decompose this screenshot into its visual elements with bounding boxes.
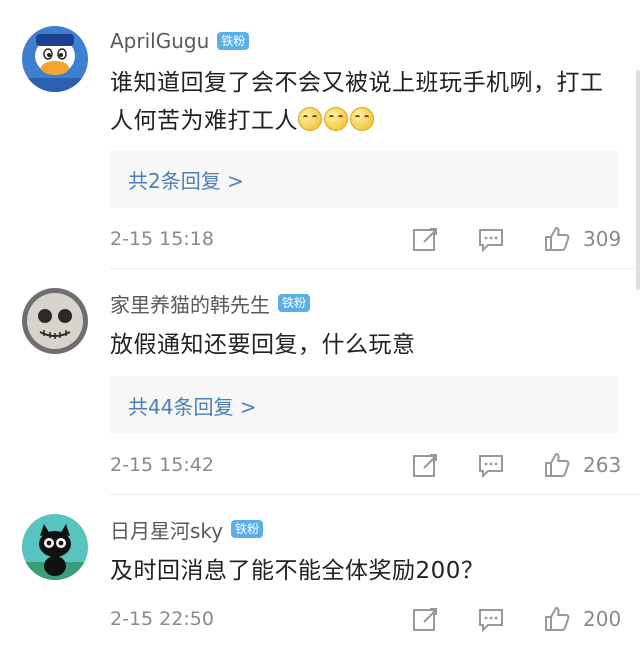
black-cat-avatar-icon — [22, 514, 88, 580]
view-replies-button[interactable]: 共2条回复 > — [110, 150, 618, 208]
comment-text-block: 谁知道回复了会不会又被说上班玩手机咧，打工人何苦为难打工人 — [110, 64, 620, 140]
like-icon[interactable] — [544, 226, 570, 252]
timestamp: 2-15 15:42 — [110, 454, 214, 476]
emoji-icon — [350, 107, 374, 131]
emil-mask-avatar-icon — [22, 288, 88, 354]
comment-item: 日月星河sky 铁粉 及时回消息了能不能全体奖励200？ 2-15 22:50 … — [0, 494, 640, 654]
replies-label: 共2条回复 > — [128, 168, 244, 193]
username[interactable]: 家里养猫的韩先生 — [110, 289, 270, 318]
emoji-icon — [298, 107, 322, 131]
comment-item: 家里养猫的韩先生 铁粉 放假通知还要回复，什么玩意 共44条回复 > 2-15 … — [0, 268, 640, 494]
like-icon[interactable] — [544, 452, 570, 478]
like-count: 263 — [583, 453, 622, 477]
emoji-icon — [324, 107, 348, 131]
comment-text: 及时回消息了能不能全体奖励200？ — [110, 558, 485, 584]
comment-meta: 2-15 15:18 309 — [110, 224, 622, 254]
replies-label: 共44条回复 > — [128, 394, 257, 419]
repost-icon[interactable] — [412, 606, 438, 632]
scrollbar[interactable] — [636, 70, 640, 290]
repost-icon[interactable] — [412, 226, 438, 252]
username[interactable]: AprilGugu — [110, 29, 209, 53]
timestamp: 2-15 22:50 — [110, 608, 214, 630]
like-icon[interactable] — [544, 606, 570, 632]
comment-meta: 2-15 15:42 263 — [110, 450, 622, 480]
donald-duck-avatar-icon — [22, 26, 88, 92]
fan-badge: 铁粉 — [217, 32, 250, 50]
comment-icon[interactable] — [478, 226, 504, 253]
username[interactable]: 日月星河sky — [110, 515, 223, 544]
comment-icon[interactable] — [478, 606, 504, 633]
comment-icon[interactable] — [478, 452, 504, 479]
user-avatar[interactable] — [22, 26, 88, 92]
comment-text: 放假通知还要回复，什么玩意 — [110, 332, 416, 358]
fan-badge: 铁粉 — [278, 294, 311, 312]
fan-badge: 铁粉 — [231, 520, 264, 538]
like-count: 200 — [583, 607, 622, 631]
view-replies-button[interactable]: 共44条回复 > — [110, 376, 618, 434]
timestamp: 2-15 15:18 — [110, 228, 214, 250]
comment-meta: 2-15 22:50 200 — [110, 604, 622, 634]
repost-icon[interactable] — [412, 452, 438, 478]
user-avatar[interactable] — [22, 514, 88, 580]
like-count: 309 — [583, 227, 622, 251]
comment-item: AprilGugu 铁粉 谁知道回复了会不会又被说上班玩手机咧，打工人何苦为难打… — [0, 0, 640, 268]
user-avatar[interactable] — [22, 288, 88, 354]
